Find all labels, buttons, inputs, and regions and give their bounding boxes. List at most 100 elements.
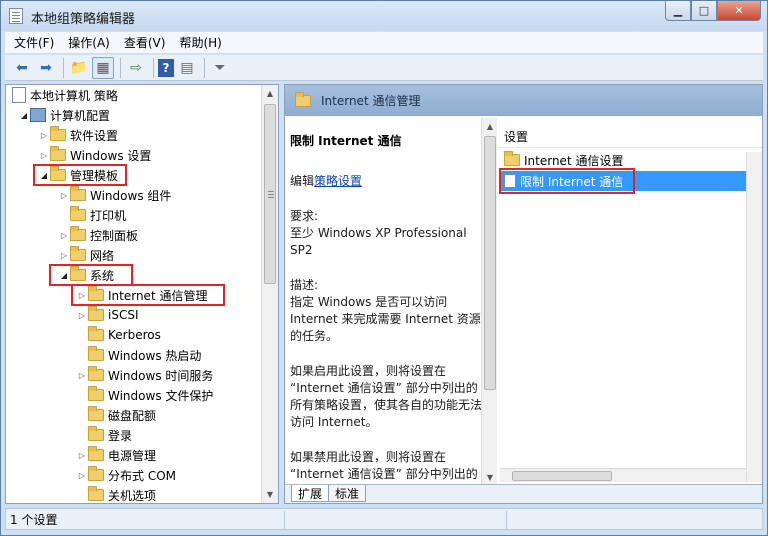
tree-label: 计算机配置 bbox=[50, 108, 111, 123]
maximize-button[interactable]: □ bbox=[691, 1, 717, 21]
folder-icon bbox=[88, 406, 104, 421]
tree-label: 本地计算机 策略 bbox=[30, 88, 118, 103]
folder-icon bbox=[70, 186, 86, 201]
tree-item-root[interactable]: 本地计算机 策略 bbox=[12, 85, 118, 105]
menu-help[interactable]: 帮助(H) bbox=[172, 34, 228, 51]
scrollbar-thumb[interactable] bbox=[512, 471, 612, 481]
minimize-button[interactable]: ▁ bbox=[665, 1, 691, 21]
tree-item-control-panel[interactable]: ▷ 控制面板 bbox=[58, 225, 138, 245]
expanded-arrow-icon[interactable]: ◢ bbox=[18, 111, 30, 120]
toolbar: ⬅ ➡ 📁 ▦ ⇨ ? ▤ ⏷ bbox=[5, 54, 763, 81]
tree-item-dcom[interactable]: ▷ 分布式 COM bbox=[76, 465, 176, 485]
folder-icon bbox=[88, 306, 104, 321]
collapsed-arrow-icon[interactable]: ▷ bbox=[58, 191, 70, 200]
folder-icon bbox=[88, 426, 104, 441]
scrollbar-thumb[interactable] bbox=[264, 104, 276, 284]
title-bar[interactable]: 本地组策略编辑器 ▁ □ ✕ bbox=[1, 1, 767, 31]
enabled-text: 如果启用此设置，则将设置在 “Internet 通信设置” 部分中列出的所有策略… bbox=[290, 364, 483, 429]
description-scrollbar[interactable]: ▲ ▼ bbox=[481, 118, 497, 486]
highlight-box-system bbox=[49, 264, 133, 286]
folder-icon bbox=[70, 246, 86, 261]
tab-standard[interactable]: 标准 bbox=[328, 485, 367, 502]
tree-label: iSCSI bbox=[108, 308, 139, 322]
toolbar-separator bbox=[120, 57, 121, 78]
tree-scrollbar[interactable]: ▲ ▼ bbox=[261, 85, 278, 503]
grip-line bbox=[268, 191, 274, 192]
toolbar-separator bbox=[153, 57, 154, 78]
folder-icon bbox=[50, 126, 66, 141]
tree-item-computer-config[interactable]: ◢ 计算机配置 bbox=[18, 105, 110, 125]
up-folder-icon[interactable]: 📁 bbox=[68, 57, 90, 79]
tree-label: 控制面板 bbox=[90, 228, 139, 243]
tree-label: 分布式 COM bbox=[108, 468, 176, 483]
tree-item-time-service[interactable]: ▷ Windows 时间服务 bbox=[76, 365, 213, 385]
highlight-box-restrict-internet bbox=[499, 168, 635, 194]
scrollbar-thumb[interactable] bbox=[484, 136, 496, 390]
list-scrollbar[interactable] bbox=[746, 152, 762, 482]
column-header-setting[interactable]: 设置 bbox=[498, 126, 762, 148]
tree-item-printers[interactable]: 打印机 bbox=[58, 205, 126, 225]
details-header: Internet 通信管理 bbox=[285, 85, 762, 116]
tree-label: Windows 热启动 bbox=[108, 348, 202, 363]
status-bar: 1 个设置 bbox=[5, 508, 763, 530]
forward-icon[interactable]: ➡ bbox=[35, 57, 57, 79]
view-tabs: 扩展 标准 bbox=[285, 484, 762, 503]
show-hide-tree-icon[interactable]: ▦ bbox=[92, 56, 114, 79]
menu-action[interactable]: 操作(A) bbox=[61, 34, 117, 51]
scroll-up-icon[interactable]: ▲ bbox=[262, 85, 278, 102]
collapsed-arrow-icon[interactable]: ▷ bbox=[58, 251, 70, 260]
tree-item-logon[interactable]: 登录 bbox=[76, 425, 132, 445]
window-title: 本地组策略编辑器 bbox=[31, 12, 136, 27]
tree-item-network[interactable]: ▷ 网络 bbox=[58, 245, 114, 265]
tree-item-windows-components[interactable]: ▷ Windows 组件 bbox=[58, 185, 171, 205]
help-icon[interactable]: ? bbox=[158, 58, 174, 77]
filter-icon[interactable]: ⏷ bbox=[209, 57, 231, 79]
tree-label: Windows 时间服务 bbox=[108, 368, 214, 383]
scroll-up-icon[interactable]: ▲ bbox=[482, 118, 498, 135]
collapsed-arrow-icon[interactable]: ▷ bbox=[38, 131, 50, 140]
requirements-value: 至少 Windows XP Professional SP2 bbox=[290, 226, 467, 257]
folder-icon bbox=[70, 226, 86, 241]
menu-view[interactable]: 查看(V) bbox=[117, 34, 173, 51]
collapsed-arrow-icon[interactable]: ▷ bbox=[38, 151, 50, 160]
tree-item-power[interactable]: ▷ 电源管理 bbox=[76, 445, 156, 465]
folder-icon bbox=[88, 326, 104, 341]
tree-item-windows-settings[interactable]: ▷ Windows 设置 bbox=[38, 145, 151, 165]
tree-label: 登录 bbox=[108, 428, 133, 443]
tree-item-iscsi[interactable]: ▷ iSCSI bbox=[76, 305, 139, 325]
description-label: 描述: bbox=[290, 278, 319, 292]
tree-item-disk-quota[interactable]: 磁盘配额 bbox=[76, 405, 156, 425]
close-button[interactable]: ✕ bbox=[717, 1, 761, 21]
tree-label: 关机选项 bbox=[108, 488, 157, 503]
collapsed-arrow-icon[interactable]: ▷ bbox=[76, 471, 88, 480]
status-divider bbox=[284, 511, 285, 529]
back-icon[interactable]: ⬅ bbox=[11, 57, 33, 79]
collapsed-arrow-icon[interactable]: ▷ bbox=[58, 231, 70, 240]
tree-item-shutdown[interactable]: 关机选项 bbox=[76, 485, 157, 503]
export-list-icon[interactable]: ⇨ bbox=[125, 57, 147, 79]
tree-item-file-protection[interactable]: Windows 文件保护 bbox=[76, 385, 213, 405]
tree-label: Windows 设置 bbox=[70, 148, 152, 163]
properties-icon[interactable]: ▤ bbox=[176, 57, 198, 79]
list-item-internet-comm-settings[interactable]: Internet 通信设置 bbox=[500, 150, 762, 170]
tree-label: 打印机 bbox=[90, 208, 127, 223]
folder-icon bbox=[88, 446, 104, 461]
list-horizontal-scrollbar[interactable] bbox=[500, 468, 746, 482]
collapsed-arrow-icon[interactable]: ▷ bbox=[76, 451, 88, 460]
menu-file[interactable]: 文件(F) bbox=[7, 34, 61, 51]
folder-icon bbox=[88, 466, 104, 481]
folder-icon bbox=[295, 91, 311, 107]
tree-item-hot-start[interactable]: Windows 热启动 bbox=[76, 345, 201, 365]
tree-label: 电源管理 bbox=[108, 448, 157, 463]
tree-item-software-settings[interactable]: ▷ 软件设置 bbox=[38, 125, 118, 145]
folder-icon bbox=[70, 206, 86, 221]
edit-prefix: 编辑 bbox=[290, 174, 315, 188]
tree-label: 磁盘配额 bbox=[108, 408, 157, 423]
tree-item-kerberos[interactable]: Kerberos bbox=[76, 325, 161, 345]
collapsed-arrow-icon[interactable]: ▷ bbox=[76, 311, 88, 320]
scroll-down-icon[interactable]: ▼ bbox=[262, 486, 278, 503]
tab-extended[interactable]: 扩展 bbox=[291, 485, 330, 502]
edit-policy-link[interactable]: 策略设置 bbox=[314, 174, 362, 188]
tree-label: 网络 bbox=[90, 248, 115, 263]
collapsed-arrow-icon[interactable]: ▷ bbox=[76, 371, 88, 380]
